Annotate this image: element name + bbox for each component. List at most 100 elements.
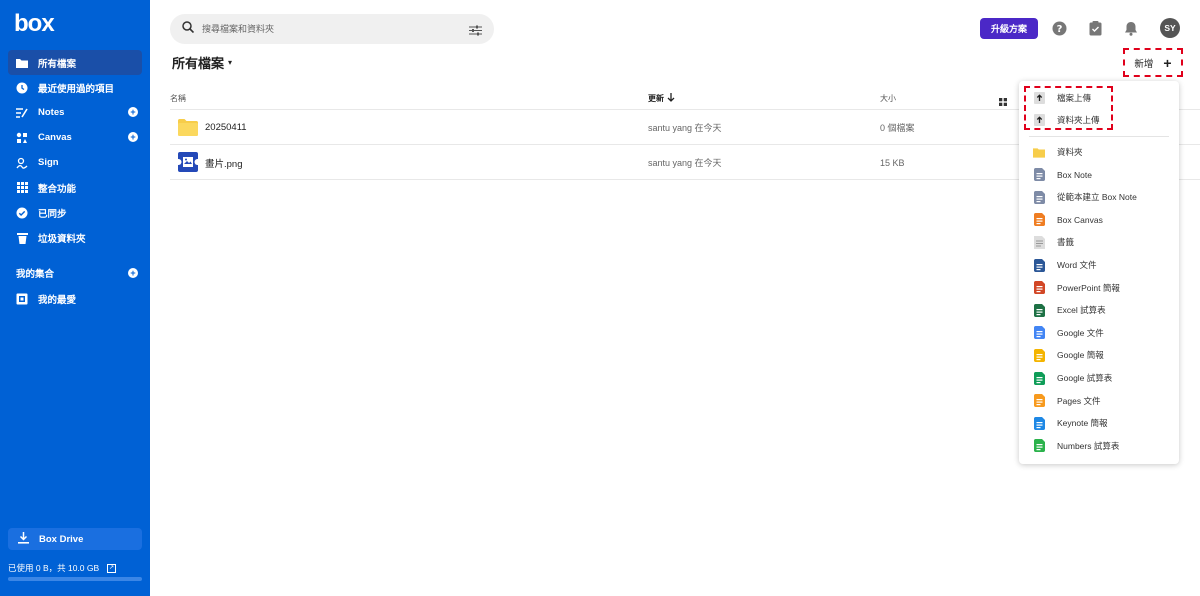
sidebar-item-canvas[interactable]: Canvas +: [8, 125, 142, 150]
sidebar-item-label: Sign: [38, 157, 59, 168]
menu-item-label: Pages 文件: [1057, 395, 1101, 406]
collections-list: 我的最愛: [0, 286, 150, 311]
add-collection-icon[interactable]: +: [128, 268, 138, 278]
add-note-icon[interactable]: +: [128, 107, 138, 117]
page-title-text: 所有檔案: [172, 56, 225, 71]
bookmark-icon: [1033, 235, 1045, 249]
filter-icon[interactable]: [469, 23, 482, 41]
menu-item-label: 書籤: [1057, 237, 1075, 248]
excel-icon: [1033, 303, 1045, 317]
sidebar-item-favorites[interactable]: 我的最愛: [8, 286, 142, 311]
sidebar: box 所有檔案 最近使用過的項目 Notes + Canvas + Sign …: [0, 0, 150, 596]
menu-item-google-slides[interactable]: Google 簡報: [1019, 344, 1179, 366]
menu-item-label: Numbers 試算表: [1057, 440, 1120, 451]
menu-item-bookmark[interactable]: 書籤: [1019, 231, 1179, 253]
user-avatar[interactable]: SY: [1160, 18, 1180, 38]
menu-item-label: 從範本建立 Box Note: [1057, 192, 1137, 203]
menu-divider: [1029, 136, 1169, 137]
column-header-size[interactable]: 大小: [880, 93, 896, 104]
new-button-label: 新增: [1134, 58, 1154, 70]
column-header-updated[interactable]: 更新: [648, 93, 675, 104]
column-header-label: 大小: [880, 94, 896, 103]
menu-item-label: Box Canvas: [1057, 214, 1103, 225]
sidebar-item-label: 垃圾資料夾: [38, 233, 86, 245]
upgrade-button[interactable]: 升級方案: [980, 18, 1038, 39]
add-canvas-icon[interactable]: +: [128, 132, 138, 142]
sidebar-item-sign[interactable]: Sign: [8, 150, 142, 175]
menu-item-label: 資料夾: [1057, 147, 1083, 157]
menu-item-powerpoint[interactable]: PowerPoint 簡報: [1019, 277, 1179, 299]
menu-item-keynote[interactable]: Keynote 簡報: [1019, 412, 1179, 434]
folder-icon: [178, 117, 198, 137]
box-canvas-icon: [1033, 213, 1045, 227]
menu-item-excel[interactable]: Excel 試算表: [1019, 299, 1179, 321]
sidebar-item-label: 整合功能: [38, 183, 77, 195]
storage-progress-bar: [8, 577, 142, 581]
box-drive-label: Box Drive: [39, 533, 84, 545]
upload-highlight-box: [1024, 86, 1113, 130]
menu-item-label: Google 簡報: [1057, 350, 1104, 361]
box-drive-button[interactable]: Box Drive: [8, 528, 142, 550]
sidebar-item-label: Notes: [38, 107, 65, 118]
row-updated: santu yang 在今天: [648, 123, 722, 133]
sidebar-item-label: 所有檔案: [38, 58, 77, 70]
sidebar-item-synced[interactable]: 已同步: [8, 200, 142, 225]
page-title[interactable]: 所有檔案 ▾: [172, 53, 232, 72]
search-icon: [182, 20, 195, 38]
row-size: 0 個檔案: [880, 123, 915, 133]
sidebar-item-notes[interactable]: Notes +: [8, 100, 142, 125]
row-name[interactable]: 畫片.png: [205, 145, 243, 180]
external-link-icon[interactable]: ↗: [107, 563, 117, 573]
menu-item-word[interactable]: Word 文件: [1019, 254, 1179, 276]
word-icon: [1033, 258, 1045, 272]
image-file-icon: [175, 152, 201, 172]
sidebar-item-all-files[interactable]: 所有檔案: [8, 50, 142, 75]
storage-text: 已使用 0 B，共 10.0 GB: [8, 563, 100, 573]
help-icon[interactable]: ?: [1051, 20, 1067, 36]
menu-item-label: Google 文件: [1057, 327, 1104, 338]
box-note-icon: [1033, 190, 1045, 204]
sidebar-item-trash[interactable]: 垃圾資料夾: [8, 225, 142, 250]
sidebar-item-recents[interactable]: 最近使用過的項目: [8, 75, 142, 100]
storage-info: 已使用 0 B，共 10.0 GB ↗: [8, 562, 117, 574]
keynote-icon: [1033, 416, 1045, 430]
column-header-name[interactable]: 名稱: [170, 93, 186, 104]
menu-item-numbers[interactable]: Numbers 試算表: [1019, 435, 1179, 457]
plus-icon: +: [1163, 54, 1172, 71]
check-circle-icon: [16, 207, 28, 219]
menu-item-box-note-template[interactable]: 從範本建立 Box Note: [1019, 186, 1179, 208]
notifications-bell-icon[interactable]: [1123, 20, 1139, 36]
menu-item-label: Keynote 簡報: [1057, 418, 1108, 429]
sign-icon: [16, 157, 28, 169]
box-note-icon: [1033, 168, 1045, 182]
search-bar[interactable]: [170, 14, 494, 44]
tasks-clipboard-icon[interactable]: [1087, 20, 1103, 36]
menu-item-folder[interactable]: 資料夾: [1019, 141, 1179, 163]
collections-title: 我的集合: [16, 269, 55, 280]
google-slides-icon: [1033, 348, 1045, 362]
menu-item-label: Google 試算表: [1057, 373, 1113, 383]
sidebar-item-label: 我的最愛: [38, 294, 77, 306]
new-button[interactable]: 新增 +: [1123, 48, 1183, 77]
powerpoint-icon: [1033, 281, 1045, 295]
sidebar-nav: 所有檔案 最近使用過的項目 Notes + Canvas + Sign 整合功能…: [0, 50, 150, 250]
apps-grid-icon: [16, 182, 28, 194]
box-logo[interactable]: box: [14, 10, 55, 38]
folder-icon: [1033, 145, 1045, 159]
sidebar-item-integrations[interactable]: 整合功能: [8, 175, 142, 200]
sidebar-item-label: 最近使用過的項目: [38, 83, 115, 95]
menu-item-google-sheets[interactable]: Google 試算表: [1019, 367, 1179, 389]
menu-item-pages[interactable]: Pages 文件: [1019, 390, 1179, 412]
search-input[interactable]: [202, 24, 452, 34]
download-icon: [18, 531, 29, 547]
menu-item-box-canvas[interactable]: Box Canvas: [1019, 209, 1179, 231]
sidebar-item-label: Canvas: [38, 132, 72, 143]
menu-item-label: Word 文件: [1057, 260, 1097, 270]
canvas-icon: [16, 132, 28, 144]
clock-icon: [16, 82, 28, 94]
row-name[interactable]: 20250411: [205, 110, 247, 145]
menu-item-box-note[interactable]: Box Note: [1019, 164, 1179, 186]
menu-item-google-docs[interactable]: Google 文件: [1019, 322, 1179, 344]
folder-icon: [16, 57, 28, 69]
sidebar-item-label: 已同步: [38, 208, 67, 220]
